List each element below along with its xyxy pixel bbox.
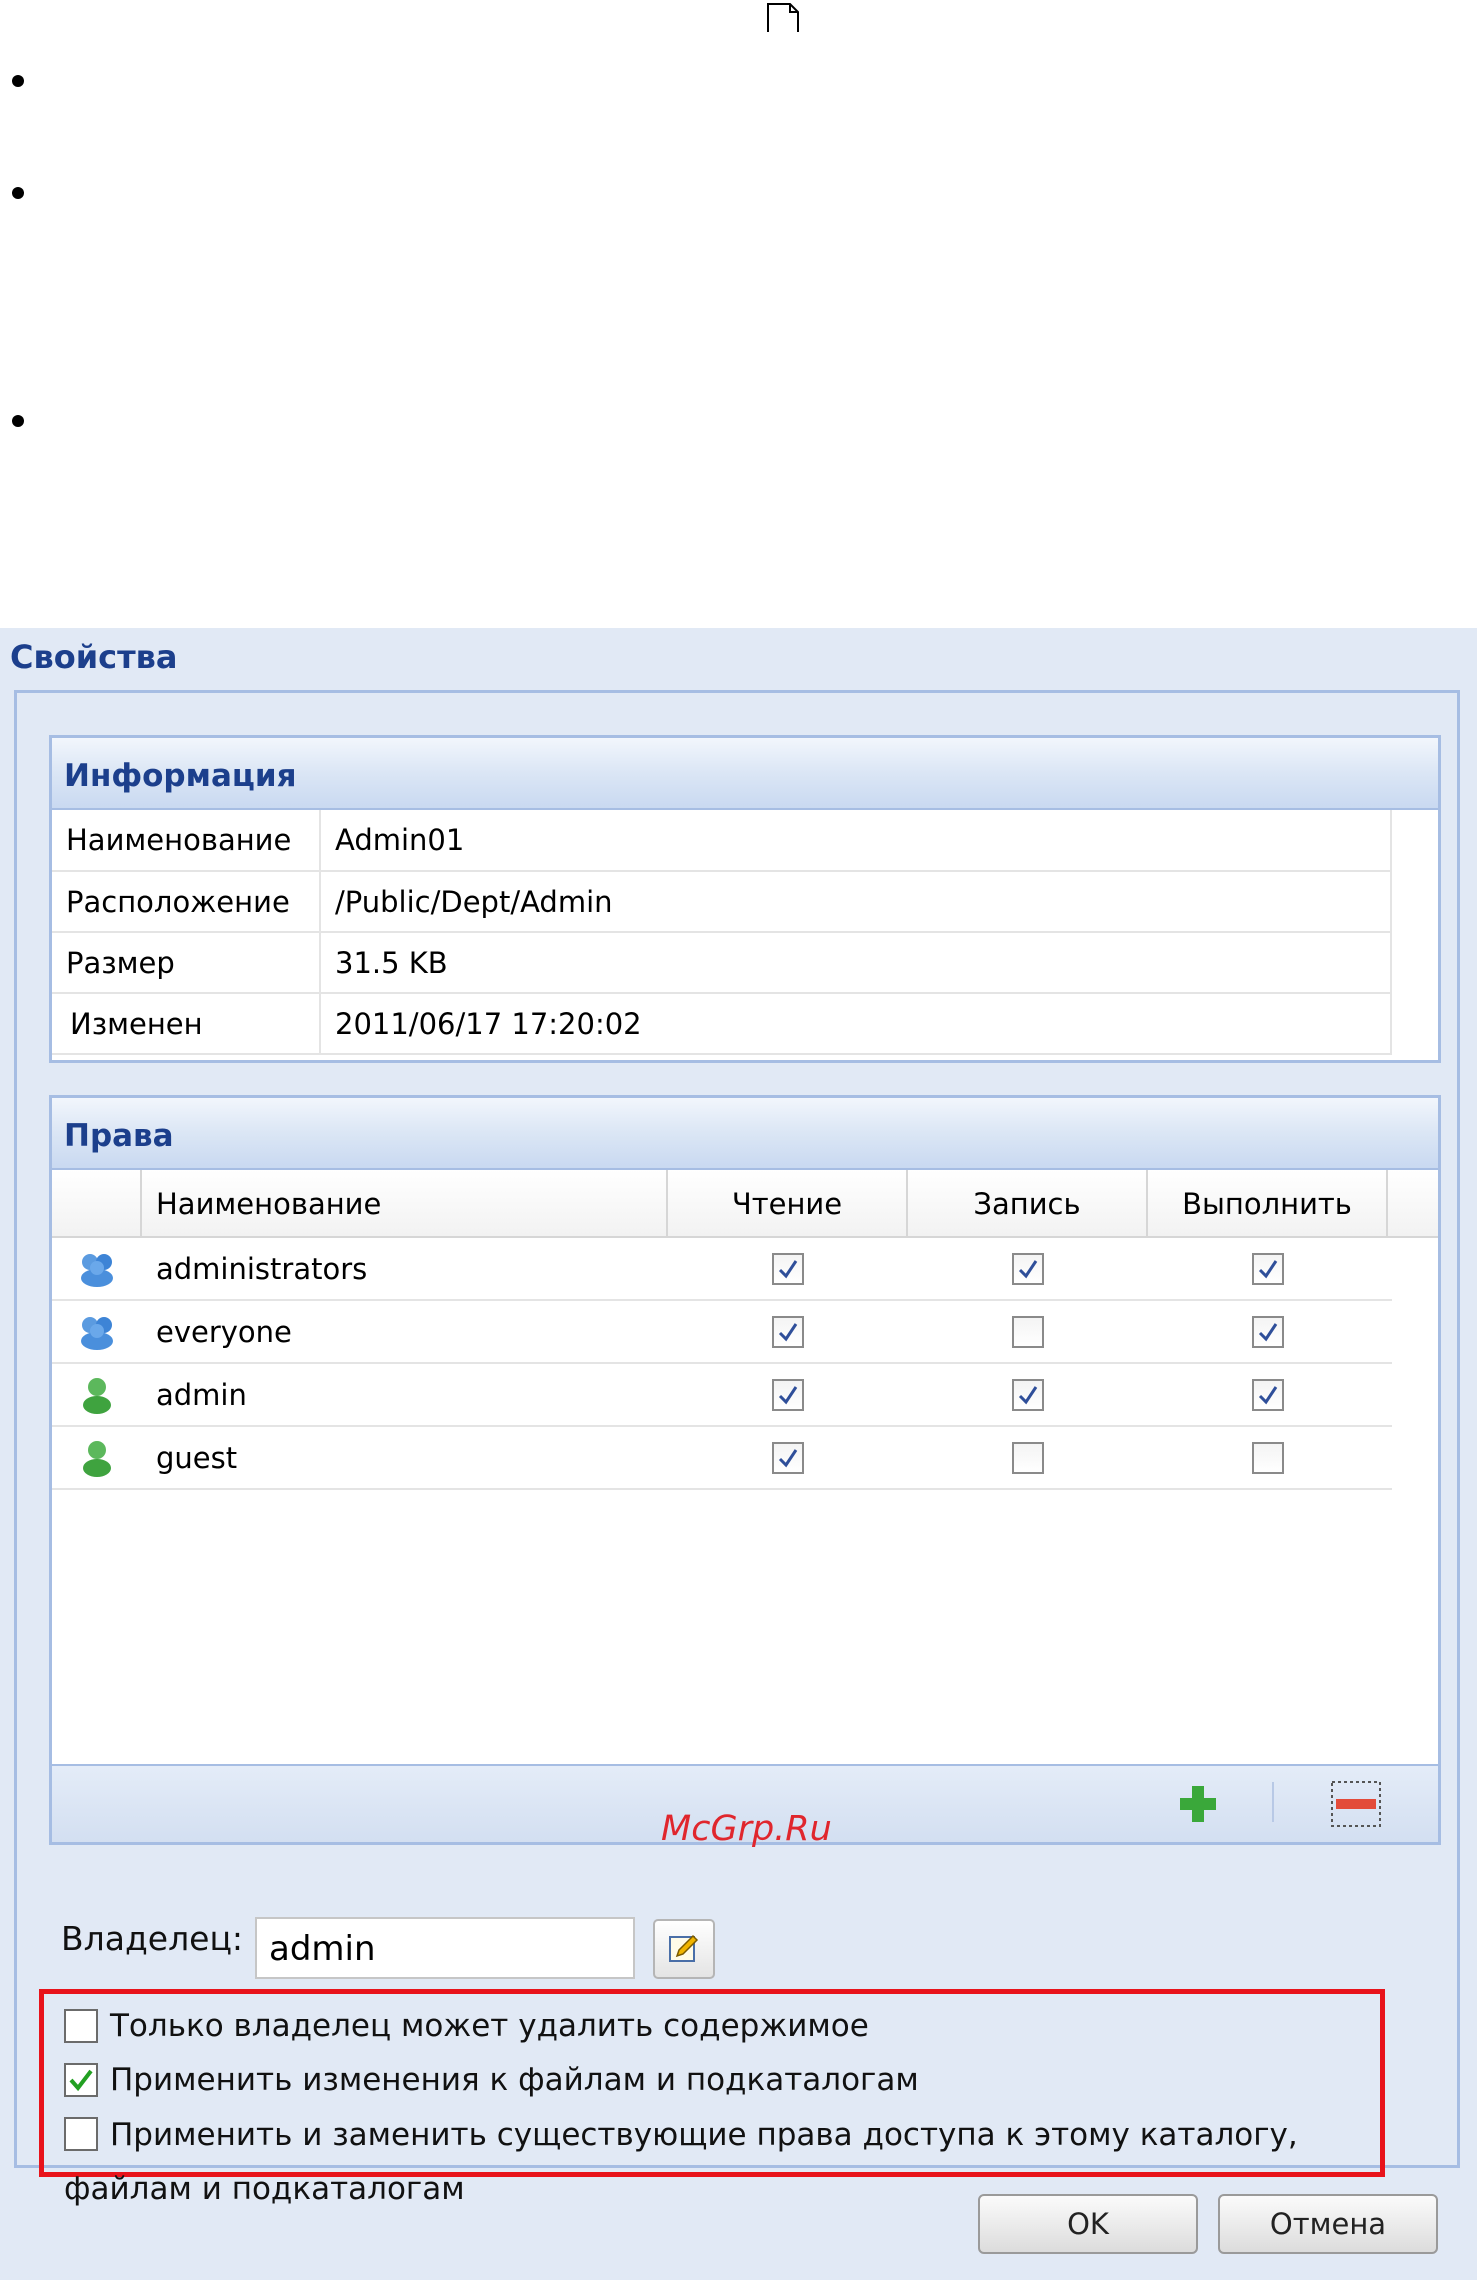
rights-row[interactable]: everyone [52, 1301, 1392, 1364]
rights-panel: Права Наименование Чтение Запись Выполни… [49, 1095, 1441, 1845]
column-header-read[interactable]: Чтение [668, 1170, 908, 1236]
rights-row[interactable]: guest [52, 1427, 1392, 1490]
bullet [12, 415, 24, 427]
rights-row-name: administrators [156, 1251, 368, 1286]
checkmark-icon [778, 1259, 798, 1278]
execute-checkbox[interactable] [1252, 1378, 1284, 1411]
column-header-name[interactable]: Наименование [142, 1170, 668, 1236]
icon-column-header [52, 1170, 142, 1236]
info-table: Наименование Admin01 Расположение /Publi… [52, 810, 1392, 1055]
execute-checkbox[interactable] [1252, 1441, 1284, 1474]
execute-checkbox[interactable] [1252, 1315, 1284, 1348]
read-checkbox[interactable] [772, 1252, 804, 1285]
option-checkbox[interactable] [64, 2063, 98, 2097]
rights-row[interactable]: admin [52, 1364, 1392, 1427]
cancel-button[interactable]: Отмена [1218, 2194, 1438, 2254]
write-checkbox[interactable] [1012, 1252, 1044, 1285]
checkmark-icon [1018, 1385, 1038, 1404]
info-key: Изменен [52, 993, 321, 1055]
option-owner-delete[interactable]: Только владелец может удалить содержимое [64, 2008, 869, 2044]
info-key: Наименование [52, 810, 321, 872]
read-checkbox[interactable] [772, 1441, 804, 1474]
checkmark-icon [1258, 1385, 1278, 1404]
checkmark-icon [69, 2069, 93, 2092]
rights-row[interactable]: administrators [52, 1238, 1392, 1301]
info-row: Размер 31.5 KB [52, 932, 1392, 994]
info-panel: Информация Наименование Admin01 Располож… [49, 735, 1441, 1063]
info-row: Расположение /Public/Dept/Admin [52, 871, 1392, 933]
checkmark-icon [1258, 1322, 1278, 1341]
user-icon [83, 1440, 111, 1477]
options-highlight: Только владелец может удалить содержимое… [39, 1989, 1385, 2207]
column-header-filler [1388, 1170, 1438, 1236]
checkmark-icon [778, 1322, 798, 1341]
column-header-write[interactable]: Запись [908, 1170, 1148, 1236]
checkmark-icon [1258, 1259, 1278, 1278]
checkmark-icon [778, 1448, 798, 1467]
user-icon [83, 1377, 111, 1414]
edit-icon [669, 1934, 699, 1962]
write-checkbox[interactable] [1012, 1315, 1044, 1348]
watermark: McGrp.Ru [661, 1809, 832, 1849]
execute-checkbox[interactable] [1252, 1252, 1284, 1285]
option-apply-children[interactable]: Применить изменения к файлам и подкатало… [64, 2062, 919, 2098]
option-label: Только владелец может удалить содержимое [110, 2008, 869, 2044]
rights-row-name: guest [156, 1440, 238, 1475]
dialog-title: Свойства [10, 638, 178, 676]
info-value: 31.5 KB [320, 932, 1392, 994]
write-checkbox[interactable] [1012, 1378, 1044, 1411]
rights-grid-header: Наименование Чтение Запись Выполнить [52, 1170, 1438, 1238]
checkmark-icon [778, 1385, 798, 1404]
dialog-body: Информация Наименование Admin01 Располож… [14, 690, 1460, 2207]
read-checkbox[interactable] [772, 1315, 804, 1348]
info-key: Размер [52, 932, 321, 994]
info-value: 2011/06/17 17:20:02 [320, 993, 1392, 1055]
owner-label: Владелец: [61, 1919, 244, 1958]
info-value: /Public/Dept/Admin [320, 871, 1392, 933]
toolbar-separator [1272, 1782, 1274, 1822]
option-label: Применить изменения к файлам и подкатало… [110, 2062, 919, 2098]
option-checkbox[interactable] [64, 2009, 98, 2043]
owner-field[interactable]: admin [255, 1917, 635, 1979]
read-checkbox[interactable] [772, 1378, 804, 1411]
group-icon [81, 1253, 113, 1287]
info-panel-title: Информация [52, 738, 1438, 810]
document-icon [767, 3, 799, 32]
rights-row-name: admin [156, 1377, 247, 1412]
info-row: Изменен 2011/06/17 17:20:02 [52, 993, 1392, 1055]
properties-dialog: Свойства Информация Наименование Admin01… [0, 628, 1477, 2280]
bullet [12, 187, 24, 199]
remove-icon[interactable] [1330, 1780, 1382, 1828]
rights-panel-title: Права [52, 1098, 1438, 1170]
info-value: Admin01 [320, 810, 1392, 872]
option-checkbox[interactable] [64, 2117, 98, 2151]
info-row: Наименование Admin01 [52, 810, 1392, 872]
ok-button[interactable]: OK [978, 2194, 1198, 2254]
write-checkbox[interactable] [1012, 1441, 1044, 1474]
column-header-execute[interactable]: Выполнить [1148, 1170, 1388, 1236]
checkmark-icon [1018, 1259, 1038, 1278]
info-key: Расположение [52, 871, 321, 933]
bullet [12, 75, 24, 87]
edit-owner-button[interactable] [653, 1919, 715, 1979]
add-icon[interactable] [1176, 1782, 1220, 1826]
rights-row-name: everyone [156, 1314, 292, 1349]
group-icon [81, 1316, 113, 1350]
